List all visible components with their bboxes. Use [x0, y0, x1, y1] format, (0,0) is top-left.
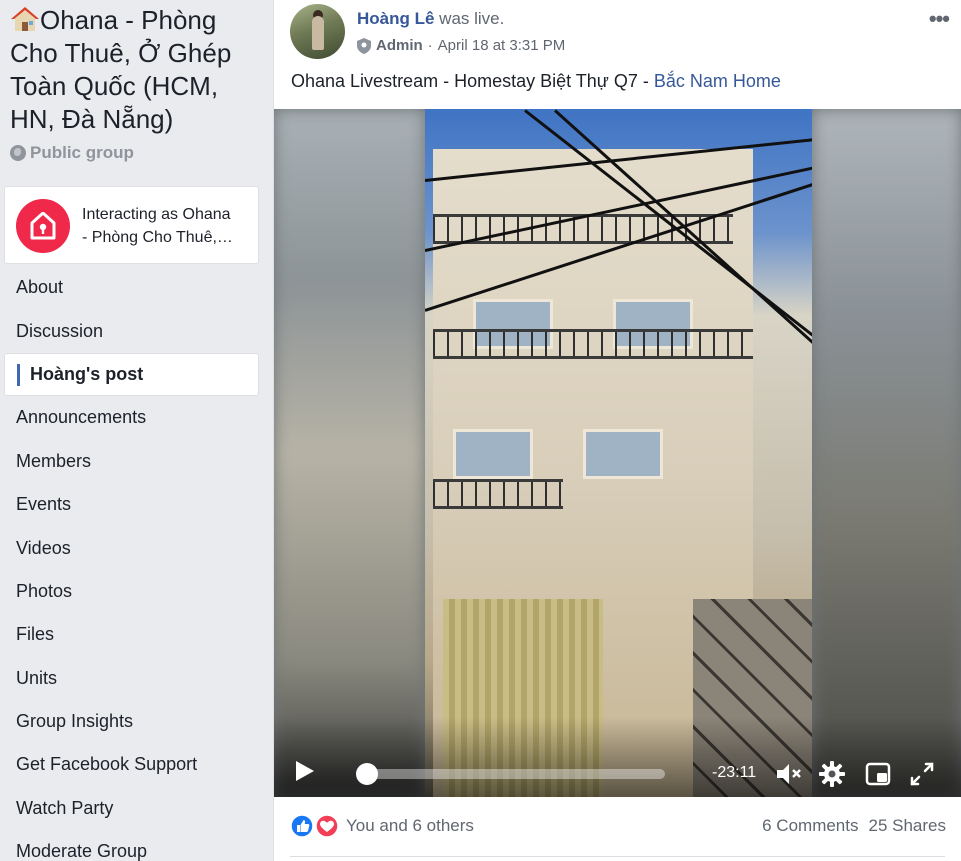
nav-item-hoangs-post[interactable]: Hoàng's post	[4, 352, 259, 397]
nav-item-announcements[interactable]: Announcements	[4, 396, 259, 439]
author-avatar[interactable]	[290, 4, 345, 59]
admin-badge: Admin	[376, 37, 423, 54]
video-controls: -23:11	[274, 717, 961, 797]
video-blur-left	[274, 109, 425, 797]
nav-item-watch-party[interactable]: Watch Party	[4, 787, 259, 830]
nav-item-videos[interactable]: Videos	[4, 526, 259, 569]
page-avatar	[16, 199, 70, 253]
page: Ohana - Phòng Cho Thuê, Ở Ghép Toàn Quốc…	[0, 0, 961, 861]
nav-item-photos[interactable]: Photos	[4, 570, 259, 613]
mention-link[interactable]: Bắc Nam Home	[654, 71, 781, 91]
time-remaining: -23:11	[712, 764, 757, 781]
play-icon[interactable]	[296, 761, 314, 781]
fullscreen-icon[interactable]	[908, 760, 936, 788]
like-love-reaction-icons[interactable]	[290, 814, 342, 838]
post-action: was live.	[434, 9, 505, 28]
nav-item-files[interactable]: Files	[4, 613, 259, 656]
video-blur-right	[812, 109, 961, 797]
post-text: Ohana Livestream - Homestay Biệt Thự Q7 …	[291, 71, 781, 92]
nav-item-about[interactable]: About	[4, 266, 259, 309]
group-nav: About Discussion Hoàng's post Announceme…	[4, 266, 259, 861]
ohana-logo-icon	[30, 212, 56, 240]
privacy-text: Public group	[30, 143, 134, 162]
reactions-summary[interactable]: You and 6 others	[346, 816, 474, 836]
author-name[interactable]: Hoàng Lê	[357, 9, 434, 28]
video-player[interactable]: -23:11	[274, 109, 961, 797]
group-sidebar: Ohana - Phòng Cho Thuê, Ở Ghép Toàn Quốc…	[0, 0, 270, 861]
post-header: Hoàng Lê was live.	[357, 9, 504, 29]
video-progress-bar[interactable]	[368, 769, 665, 779]
house-icon	[11, 7, 39, 31]
comments-count[interactable]: 6 Comments	[762, 816, 858, 836]
nav-item-moderate-group[interactable]: Moderate Group	[4, 830, 259, 861]
interacting-as-line2: - Phòng Cho Thuê,…	[82, 229, 233, 246]
reactions-divider	[290, 856, 945, 857]
reactions-bar: You and 6 others 6 Comments 25 Shares	[274, 797, 961, 857]
nav-item-discussion[interactable]: Discussion	[4, 309, 259, 352]
interacting-as-line1: Interacting as Ohana	[82, 206, 231, 223]
engagement-counts: 6 Comments 25 Shares	[762, 816, 946, 836]
shares-count[interactable]: 25 Shares	[869, 816, 947, 836]
interacting-as-card[interactable]: Interacting as Ohana - Phòng Cho Thuê,…	[4, 186, 259, 264]
privacy-label: Public group	[10, 143, 134, 163]
progress-scrubber[interactable]	[356, 763, 378, 785]
interacting-as-text: Interacting as Ohana - Phòng Cho Thuê,…	[82, 203, 254, 249]
video-frame	[425, 109, 812, 797]
muted-speaker-icon[interactable]	[774, 760, 802, 788]
post-text-body: Ohana Livestream - Homestay Biệt Thự Q7 …	[291, 71, 654, 91]
picture-in-picture-icon[interactable]	[864, 760, 892, 788]
post-meta: Admin · April 18 at 3:31 PM	[357, 37, 565, 54]
nav-item-units[interactable]: Units	[4, 657, 259, 700]
settings-gear-icon[interactable]	[818, 760, 846, 788]
meta-separator: ·	[427, 37, 433, 54]
post-card: Hoàng Lê was live. Admin · April 18 at 3…	[273, 0, 961, 861]
admin-shield-icon	[357, 37, 371, 54]
globe-icon	[10, 145, 26, 161]
more-options-button[interactable]: •••	[929, 6, 950, 32]
nav-item-members[interactable]: Members	[4, 440, 259, 483]
post-timestamp[interactable]: April 18 at 3:31 PM	[438, 37, 566, 54]
group-title-text: Ohana - Phòng Cho Thuê, Ở Ghép Toàn Quốc…	[10, 5, 232, 134]
nav-item-group-insights[interactable]: Group Insights	[4, 700, 259, 743]
nav-item-events[interactable]: Events	[4, 483, 259, 526]
nav-item-facebook-support[interactable]: Get Facebook Support	[4, 743, 259, 786]
group-title[interactable]: Ohana - Phòng Cho Thuê, Ở Ghép Toàn Quốc…	[10, 4, 260, 136]
